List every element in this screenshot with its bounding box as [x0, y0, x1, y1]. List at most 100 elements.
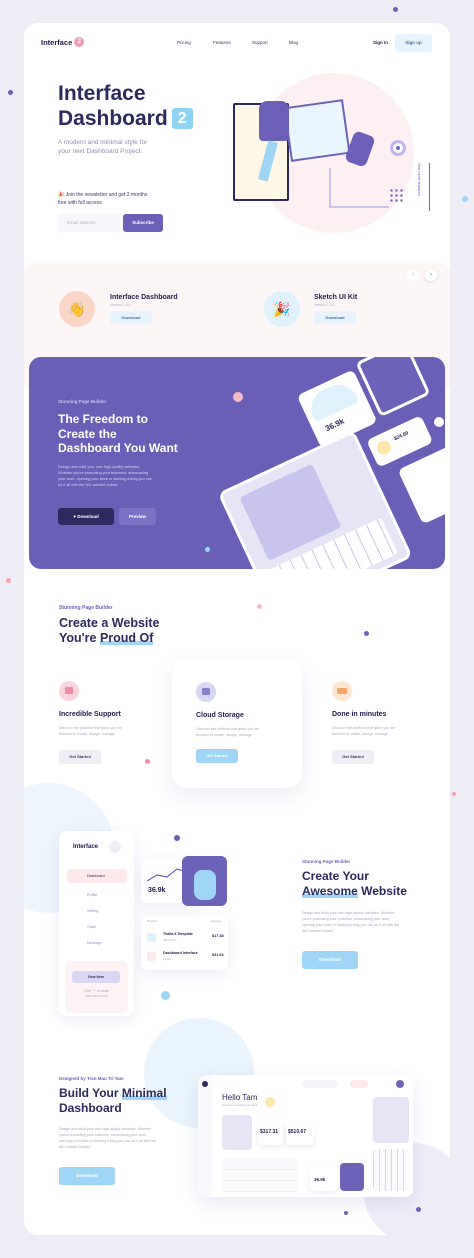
nav-link-support[interactable]: Support [252, 40, 268, 45]
mock-dash-value2-card: $510.67 [286, 1123, 314, 1145]
awesome-download-button[interactable]: Download [302, 951, 358, 969]
mock-new-item-hint: Click "+" to create your new Items [65, 989, 128, 999]
builder-mockups: 36.9k $24.89 [186, 357, 445, 569]
decor-dot [161, 991, 170, 1000]
product-version: Version 1.0.0 [110, 303, 131, 307]
mock-menu-item-dashboard[interactable]: Dashboard [67, 869, 127, 883]
minimal-title-line1a: Build Your [59, 1086, 122, 1100]
table-row[interactable]: Dashboard Interface Figma $31.63 [147, 950, 225, 964]
minimal-download-button[interactable]: Download [59, 1167, 115, 1185]
mock-next-icon[interactable] [434, 417, 444, 427]
speed-icon [332, 681, 352, 701]
mock-dash-logo-icon [202, 1081, 208, 1087]
hero-title-line1: Interface [58, 82, 146, 105]
mock-dash-table [222, 1159, 298, 1193]
hero-subtitle-line1: A modern and minimal style for [58, 139, 148, 146]
mock-dash-value1: $317.31 [260, 1129, 279, 1135]
mock-menu-item-chart[interactable]: Chart [67, 921, 127, 933]
product-download-button[interactable]: Download [110, 311, 152, 324]
website-title: Create a Website You're Proud Of [59, 616, 160, 646]
mock-stat-value: 36.9k [323, 416, 346, 434]
product-download-button[interactable]: Download [314, 311, 356, 324]
feature-card-2: Cloud Storage Discover the platform that… [172, 658, 302, 788]
feature-title: Cloud Storage [196, 712, 244, 719]
nav-link-blog[interactable]: Blog [289, 40, 298, 45]
email-field[interactable]: Email address [58, 214, 124, 232]
nav-link-pricing[interactable]: Pricing [177, 40, 191, 45]
mock-menu-label: Profile [87, 893, 98, 897]
row-name: Dashboard Interface [163, 951, 198, 955]
mock-stat-value: 36.9k [148, 887, 166, 894]
page-card: Interface 2 Pricing Features Support Blo… [24, 23, 450, 1235]
logo[interactable]: Interface 2 [41, 37, 85, 47]
decor-dot [145, 759, 150, 764]
builder-download-button[interactable]: ♥ Download [58, 508, 114, 525]
mock-dash-stat-card: 36.9k [310, 1163, 338, 1191]
feature-desc-line2: freedom to create, design, manage. [332, 731, 389, 736]
feature-desc-line2: freedom to create, design, manage. [59, 731, 116, 736]
minimal-desc: Design and build your own high-quality w… [59, 1126, 156, 1150]
decor-dot [233, 392, 243, 402]
mock-dash-photo [340, 1163, 364, 1191]
decor-dot [174, 835, 180, 841]
builder-preview-button[interactable]: Preview [119, 508, 156, 525]
logo-badge: 2 [74, 37, 85, 47]
hero-title: Interface Dashboard 2 [58, 81, 193, 131]
mock-table-card: Product Earning Thalia 8 Template Sketch… [141, 916, 228, 970]
mock-menu-item-message[interactable]: Message [67, 937, 127, 949]
mock-dash-side-chart [373, 1149, 409, 1191]
hero-subtitle: A modern and minimal style for your next… [58, 138, 147, 156]
minimal-title-line2: Dashboard [59, 1100, 122, 1115]
website-title-highlight: Proud Of [99, 631, 154, 645]
feature-get-started-button[interactable]: Get Started [332, 750, 374, 764]
chat-icon [59, 681, 79, 701]
mock-new-item-label: New Item [88, 975, 104, 979]
mock-menu-label: Chart [87, 925, 96, 929]
mock-menu-label: Dashboard [87, 874, 105, 878]
builder-eyebrow: Stunning Page Builder [58, 399, 107, 404]
table-row[interactable]: Thalia 8 Template Sketch Kit $17.38 [147, 931, 225, 945]
side-label[interactable]: See more features [417, 163, 422, 196]
mock-sidebar-panel: Interface Dashboard Profile Setting Char… [59, 831, 134, 1016]
decor-dot [452, 792, 456, 796]
mock-dash-avatar[interactable] [396, 1080, 404, 1088]
feature-get-started-button[interactable]: Get Started [59, 750, 101, 764]
subscribe-button[interactable]: Subscribe [123, 214, 163, 232]
mock-dash-sidebar [198, 1075, 212, 1197]
nav-link-features[interactable]: Features [213, 40, 231, 45]
product-title: Interface Dashboard [110, 294, 178, 301]
feature-get-started-button[interactable]: Get Started [196, 749, 238, 763]
feature-card-1: Incredible Support Discover the platform… [59, 681, 159, 771]
signup-button[interactable]: Sign up [395, 34, 432, 52]
row-sub: Figma [163, 957, 171, 961]
mock-menu-item-setting[interactable]: Setting [67, 905, 127, 917]
website-title-line1: Create a Website [59, 616, 160, 630]
mock-new-item-button[interactable]: New Item [72, 971, 120, 983]
mock-grid-icon [109, 841, 121, 853]
feature-title: Done in minutes [332, 711, 387, 718]
illustration-stairs [329, 168, 389, 208]
mock-col-earning: Earning [211, 919, 222, 923]
mock-menu-label: Setting [87, 909, 99, 913]
mock-dash-search[interactable] [303, 1080, 337, 1088]
navbar: Interface 2 Pricing Features Support Blo… [24, 23, 450, 63]
builder-title: The Freedom to Create the Dashboard You … [58, 412, 178, 456]
product-version: Version 1.0.0 [314, 303, 335, 307]
feature-desc-line1: Discover the platform that gives you the [332, 726, 396, 730]
mock-menu-item-profile[interactable]: Profile [67, 889, 127, 901]
signin-link[interactable]: Sign In [373, 40, 388, 45]
mock-dash-badge[interactable] [350, 1080, 368, 1088]
hero-subtitle-line2: your next Dashboard Project. [58, 148, 143, 155]
prev-arrow-button[interactable]: ‹ [407, 269, 419, 281]
mock-dashboard: Hello Tam Check in everthing at work $31… [198, 1075, 413, 1197]
awesome-title-line1: Create Your [302, 869, 369, 883]
builder-title-line1: The Freedom to [58, 412, 149, 426]
minimal-title-highlight: Minimal [121, 1086, 167, 1100]
next-arrow-button[interactable]: › [425, 269, 437, 281]
feature-title: Incredible Support [59, 711, 121, 718]
side-line [429, 163, 430, 211]
decor-dot [205, 547, 210, 552]
feature-card-3: Done in minutes Discover the platform th… [332, 681, 432, 771]
illustration-person [259, 101, 289, 141]
feature-desc-line1: Discover the platform that gives you the [59, 726, 123, 730]
